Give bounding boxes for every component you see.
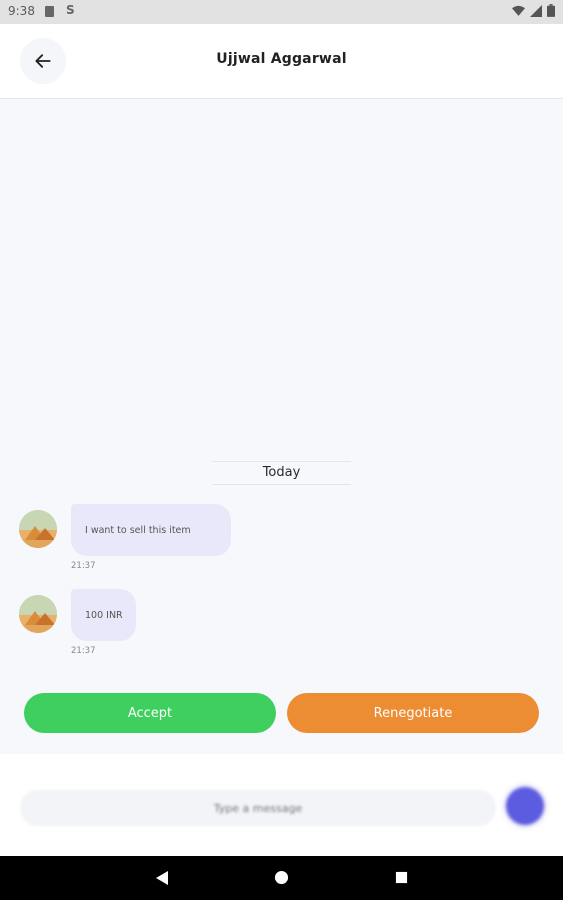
avatar-image <box>19 595 57 633</box>
status-time: 9:38 <box>8 4 35 18</box>
message-bubble: 100 INR <box>71 589 136 641</box>
avatar[interactable] <box>19 510 57 548</box>
message-time: 21:37 <box>71 646 96 656</box>
chat-partner-name: Ujjwal Aggarwal <box>216 51 347 67</box>
battery-icon <box>547 4 555 17</box>
sim-card-icon <box>45 6 54 17</box>
avatar-image <box>19 510 57 548</box>
renegotiate-button[interactable]: Renegotiate <box>287 693 539 733</box>
status-bar: 9:38 S <box>0 0 563 24</box>
nav-home-icon[interactable] <box>274 870 289 885</box>
wifi-icon <box>512 5 525 16</box>
send-button[interactable] <box>506 787 544 825</box>
message-bubble: I want to sell this item <box>71 504 231 556</box>
message-time: 21:37 <box>71 561 96 571</box>
message-composer <box>0 754 563 856</box>
signal-icon <box>530 4 542 17</box>
message-input[interactable] <box>20 790 496 826</box>
nav-back-icon[interactable] <box>155 870 169 886</box>
nav-recents-icon[interactable] <box>395 871 408 884</box>
chat-header: Ujjwal Aggarwal <box>0 24 563 99</box>
avatar[interactable] <box>19 595 57 633</box>
status-icons <box>512 4 555 17</box>
date-separator: Today <box>212 461 351 485</box>
accept-button[interactable]: Accept <box>24 693 276 733</box>
system-nav-bar <box>0 856 563 900</box>
notification-icon: S <box>66 3 75 17</box>
